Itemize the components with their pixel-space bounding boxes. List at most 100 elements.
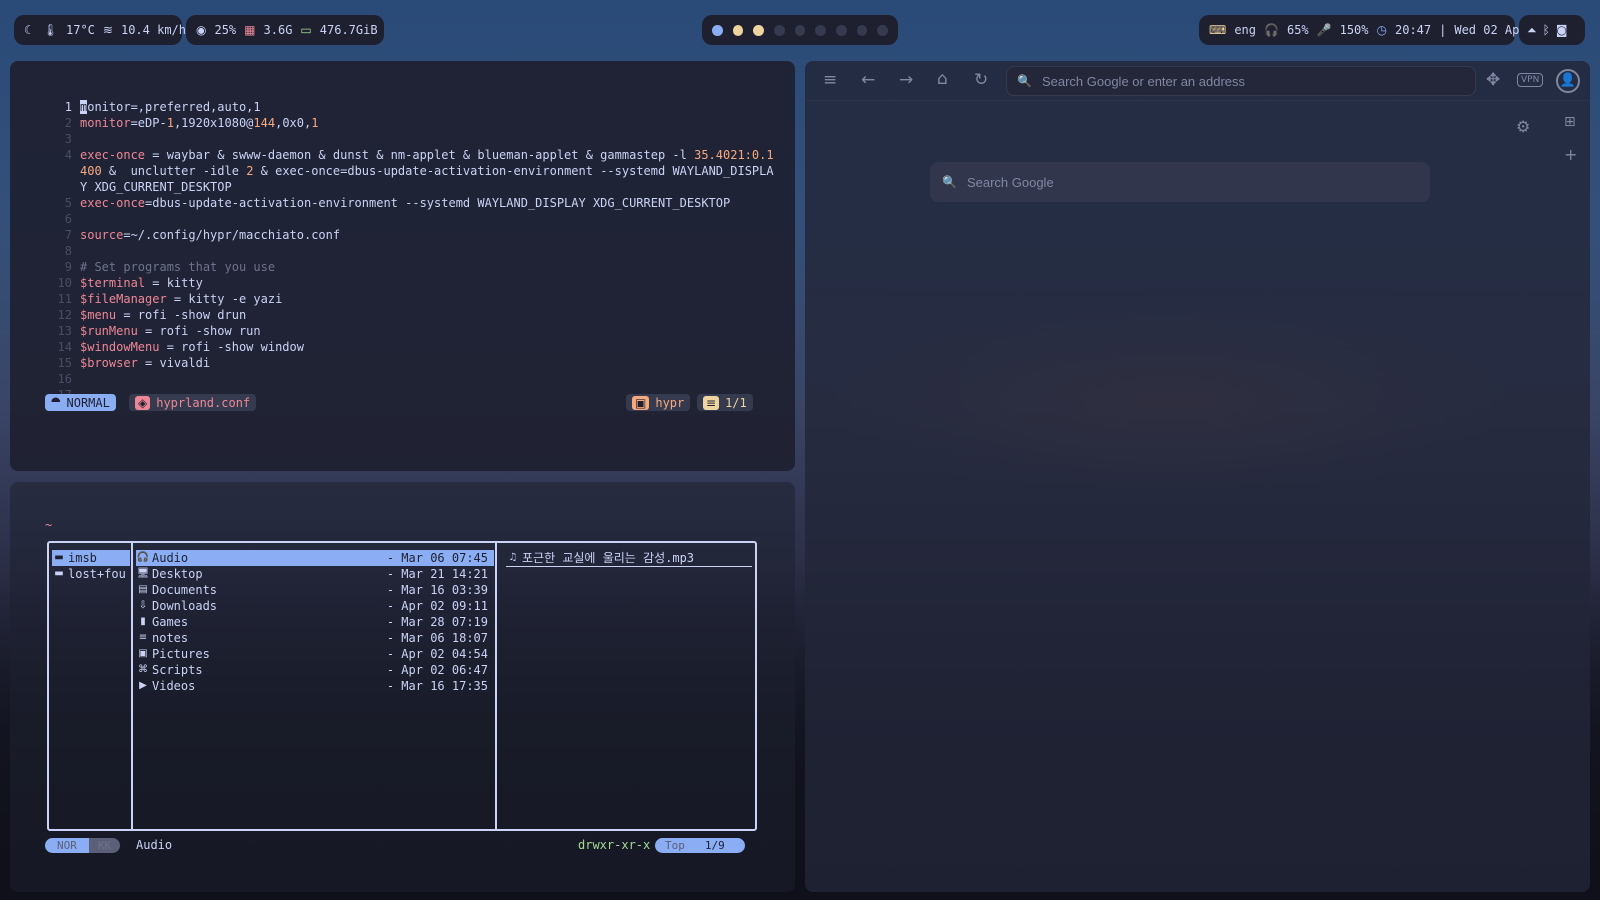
line-number: [45, 163, 80, 179]
line-number: 2: [64, 116, 72, 130]
google-search-box[interactable]: 🔍: [930, 162, 1430, 202]
line-number: 1: [64, 100, 72, 114]
add-icon[interactable]: +: [1564, 145, 1577, 164]
file-icon: ◈: [135, 395, 151, 410]
tray-widget[interactable]: ⏶ ᛒ ◙: [1519, 15, 1585, 45]
workspace-6[interactable]: [815, 24, 827, 36]
back-icon[interactable]: ←: [861, 70, 875, 90]
vpn-button[interactable]: VPN: [1517, 73, 1544, 87]
workspace-2[interactable]: [732, 24, 744, 36]
headphones-icon: 🎧: [136, 552, 150, 563]
toolbar-divider: [805, 100, 1590, 101]
parent-item-label: imsb: [68, 551, 97, 565]
thermometer-icon: 🌡: [42, 23, 58, 37]
temperature: 17°C: [66, 23, 95, 37]
code-line[interactable]: 3: [45, 131, 80, 147]
documents-icon: ▤: [138, 584, 148, 595]
line-text: $menu = rofi -show drun: [80, 308, 247, 322]
download-icon: ⇩: [138, 600, 148, 611]
line-number: 8: [64, 244, 72, 258]
time-date-separator: |: [1439, 23, 1447, 37]
filename-label: hyprland.conf: [156, 395, 251, 410]
position-label: 1/1: [725, 395, 747, 410]
cpu-icon: ◉: [196, 23, 207, 37]
headphones-icon: 🎧: [1264, 23, 1279, 37]
address-input[interactable]: [1039, 72, 1475, 90]
workspace-5[interactable]: [794, 24, 806, 36]
column-divider-right: [495, 543, 497, 829]
file-entry[interactable]: ▤ Documents - Mar 16 03:39: [136, 582, 494, 598]
file-entry[interactable]: 🖥 Desktop - Mar 21 14:21: [136, 566, 494, 582]
workspace-3[interactable]: [753, 24, 764, 36]
file-entry[interactable]: ≡ notes - Mar 06 18:07: [136, 630, 494, 646]
extensions-icon[interactable]: ✥: [1486, 70, 1500, 90]
workspace-1[interactable]: [711, 24, 723, 36]
code-line[interactable]: 1 monitor=,preferred,auto,1: [45, 99, 261, 115]
profile-avatar[interactable]: 👤: [1556, 69, 1580, 93]
workspace-4[interactable]: [774, 24, 785, 36]
code-icon: ⌘: [138, 664, 148, 675]
file-entry-date: - Apr 02 04:54: [386, 647, 488, 661]
file-entry[interactable]: ▶ Videos - Mar 16 17:35: [136, 678, 494, 694]
grid-icon[interactable]: ⊞: [1564, 114, 1576, 130]
code-line[interactable]: 15 $browser = vivaldi: [45, 355, 211, 371]
code-line[interactable]: 7 source=~/.config/hypr/macchiato.conf: [45, 227, 340, 243]
code-line[interactable]: 16: [45, 371, 80, 387]
settings-gear-icon[interactable]: ⚙: [1516, 117, 1530, 136]
workspace-9[interactable]: [877, 24, 889, 36]
file-entry[interactable]: 🎧 Audio - Mar 06 07:45: [136, 550, 494, 566]
code-line[interactable]: 5 exec-once=dbus-update-activation-enviro…: [45, 195, 730, 211]
directory-indicator: ▣ hypr: [626, 394, 691, 411]
forward-icon[interactable]: →: [899, 70, 913, 90]
search-icon: 🔍: [1017, 74, 1032, 88]
home-icon[interactable]: ⌂: [937, 69, 948, 89]
gamepad-icon: ▮: [140, 616, 146, 627]
line-text: monitor=,preferred,auto,1: [80, 100, 261, 114]
info-widget[interactable]: ⌨ eng 🎧 65% 🎤 150% ◷ 20:47 | Wed 02 Apr: [1199, 15, 1527, 45]
notes-icon: ≡: [138, 632, 148, 643]
workspace-switcher[interactable]: [702, 15, 898, 45]
file-entry-name: Audio: [152, 551, 189, 565]
code-line[interactable]: 9 # Set programs that you use: [45, 259, 275, 275]
code-line[interactable]: 8: [45, 243, 80, 259]
system-widget[interactable]: ◉ 25% ▦ 3.6G ▭ 476.7GiB: [186, 15, 384, 45]
discord-icon[interactable]: ◙: [1556, 23, 1568, 37]
menu-icon[interactable]: ≡: [823, 70, 837, 90]
code-line[interactable]: 400 & unclutter -idle 2 & exec-once=dbus…: [45, 163, 774, 179]
microphone-icon: 🎤: [1316, 23, 1332, 37]
code-line[interactable]: 11 $fileManager = kitty -e yazi: [45, 291, 283, 307]
parent-item-label: lost+fou: [68, 567, 126, 581]
code-line[interactable]: 6: [45, 211, 80, 227]
code-line[interactable]: 10 $terminal = kitty: [45, 275, 203, 291]
parent-item[interactable]: ▬ imsb: [52, 550, 130, 566]
code-line[interactable]: 4 exec-once = waybar & swww-daemon & duns…: [45, 147, 774, 163]
line-text: $windowMenu = rofi -show window: [80, 340, 304, 354]
code-line[interactable]: 2 monitor=eDP-1,1920x1080@144,0x0,1: [45, 115, 319, 131]
address-bar[interactable]: 🔍: [1006, 66, 1476, 96]
line-number: 7: [64, 228, 72, 242]
file-entry-name: Downloads: [152, 599, 218, 613]
wifi-icon[interactable]: ⏶: [1527, 23, 1537, 38]
code-line[interactable]: 12 $menu = rofi -show drun: [45, 307, 247, 323]
file-entry-name: Desktop: [152, 567, 203, 581]
file-entry[interactable]: ⌘ Scripts - Apr 02 06:47: [136, 662, 494, 678]
mode-indicator: ⯊ NORMAL: [45, 394, 116, 411]
file-entry[interactable]: ▮ Games - Mar 28 07:19: [136, 614, 494, 630]
file-entry-name: Scripts: [152, 663, 203, 677]
preview-item[interactable]: ♫ 포근한 교실에 울리는 감성.mp3: [506, 550, 752, 567]
parent-item[interactable]: ▬ lost+fou: [52, 566, 130, 582]
file-entry[interactable]: ▣ Pictures - Apr 02 04:54: [136, 646, 494, 662]
code-line[interactable]: 13 $runMenu = rofi -show run: [45, 323, 261, 339]
line-text: 400 & unclutter -idle 2 & exec-once=dbus…: [80, 164, 774, 178]
file-entry-date: - Mar 06 07:45: [386, 551, 488, 565]
weather-widget[interactable]: ☾ 🌡 17°C ≋ 10.4 km/h: [14, 15, 186, 45]
code-line[interactable]: 14 $windowMenu = rofi -show window: [45, 339, 304, 355]
code-line[interactable]: Y XDG_CURRENT_DESKTOP: [45, 179, 232, 195]
bluetooth-icon[interactable]: ᛒ: [1543, 23, 1550, 37]
reload-icon[interactable]: ↻: [974, 70, 988, 90]
fm-hovered-name: Audio: [136, 838, 173, 852]
workspace-7[interactable]: [836, 24, 847, 36]
workspace-8[interactable]: [856, 24, 868, 36]
google-search-input[interactable]: [964, 173, 1430, 191]
file-entry[interactable]: ⇩ Downloads - Apr 02 09:11: [136, 598, 494, 614]
